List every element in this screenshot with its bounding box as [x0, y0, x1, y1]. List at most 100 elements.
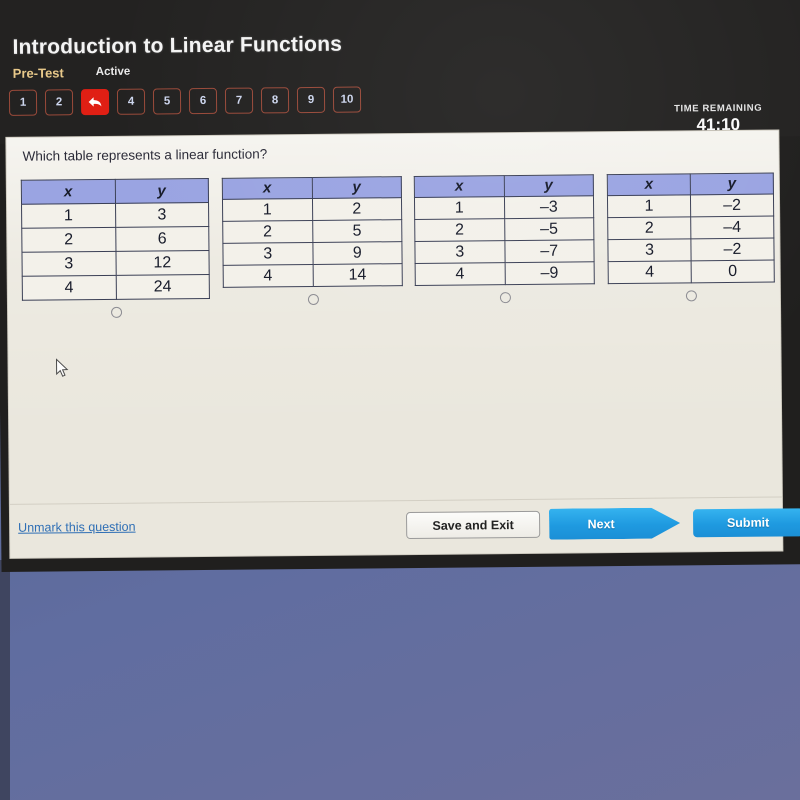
- table-cell: 1: [222, 198, 313, 222]
- footer-divider: [9, 496, 782, 505]
- question-nav-button-2[interactable]: 2: [44, 89, 74, 116]
- radio-row: [22, 306, 210, 319]
- table-row: 3 12: [21, 250, 210, 277]
- question-nav-label: 4: [127, 95, 135, 108]
- submit-button[interactable]: Submit: [692, 508, 800, 538]
- column-header-x: x: [222, 177, 312, 200]
- test-type-label: Pre-Test: [12, 65, 64, 81]
- table-row: 40: [608, 260, 775, 284]
- status-badge: Active: [95, 65, 131, 79]
- next-button[interactable]: Next: [549, 507, 680, 539]
- column-header-y: y: [503, 174, 594, 197]
- table-cell: 1: [607, 194, 691, 218]
- question-navigation: 1 2 4 5 6 7 8 9 10: [8, 86, 362, 116]
- table-cell: 4: [415, 262, 505, 286]
- table-cell: 2: [607, 216, 691, 240]
- answer-radio-1[interactable]: [110, 306, 122, 318]
- table-row: 2 –4: [607, 216, 774, 240]
- question-nav-button-7[interactable]: 7: [224, 87, 254, 114]
- table-cell: –4: [690, 216, 774, 239]
- table-cell: 9: [312, 241, 403, 265]
- save-and-exit-button[interactable]: Save and Exit: [405, 510, 541, 540]
- desktop-edge-shadow: [0, 560, 10, 800]
- question-prompt: Which table represents a linear function…: [22, 146, 268, 164]
- radio-row: [223, 293, 403, 306]
- time-remaining-label: TIME REMAINING: [674, 102, 763, 115]
- table-cell: 3: [607, 238, 692, 262]
- table-row: 4 24: [22, 274, 210, 301]
- question-nav-label: 8: [271, 94, 279, 107]
- answer-choice-2[interactable]: x y 1 2 2 5 3 9 4 14: [221, 176, 403, 306]
- question-nav-button-9[interactable]: 9: [296, 86, 326, 114]
- question-nav-label: 9: [307, 93, 315, 107]
- table-row: 13: [21, 202, 209, 229]
- table-row: 39: [222, 241, 403, 266]
- answer-radio-3[interactable]: [499, 292, 511, 304]
- table-row: 12: [222, 197, 402, 222]
- table-header-row: xy: [414, 174, 594, 198]
- table-cell: 2: [21, 227, 116, 253]
- answer-choice-3[interactable]: x y 1 –3 2 –5 3 –7 4 –9: [413, 174, 595, 304]
- table-cell: 4: [608, 260, 692, 284]
- back-arrow-icon: [88, 97, 102, 107]
- table-cell: –5: [504, 217, 594, 241]
- table-cell: 6: [115, 226, 209, 252]
- radio-row: [415, 291, 595, 304]
- xy-table: x y 1 –2 2 –4 3 –2 4 0: [606, 172, 775, 285]
- table-cell: –2: [690, 194, 774, 217]
- table-cell: 3: [21, 251, 116, 277]
- answer-choice-1[interactable]: x y 1 3 2 6 3 12 4 24: [20, 177, 210, 319]
- question-nav-label: 10: [340, 93, 354, 106]
- table-cell: 12: [115, 250, 210, 276]
- answer-radio-4[interactable]: [685, 290, 697, 302]
- table-cell: 3: [115, 202, 209, 228]
- table-header-row: xy: [21, 178, 209, 205]
- question-nav-button-5[interactable]: 5: [152, 88, 182, 115]
- question-nav-button-3[interactable]: [80, 88, 110, 116]
- question-nav-button-6[interactable]: 6: [188, 87, 218, 115]
- column-header-x: x: [414, 175, 504, 198]
- column-header-y: y: [311, 176, 402, 199]
- table-row: 3 –2: [607, 238, 775, 262]
- page-title: Introduction to Linear Functions: [12, 32, 343, 59]
- unmark-question-link[interactable]: Unmark this question: [18, 520, 136, 535]
- table-cell: 14: [312, 263, 403, 287]
- xy-table: x y 1 –3 2 –5 3 –7 4 –9: [413, 174, 595, 286]
- question-nav-label: 1: [19, 96, 27, 109]
- table-row: 25: [222, 219, 402, 244]
- answer-radio-2[interactable]: [307, 293, 319, 306]
- table-header-row: xy: [607, 173, 774, 196]
- next-button-label: Next: [587, 516, 615, 531]
- answer-choices: x y 1 3 2 6 3 12 4 24 x y 1 2 2 5 3 9 4 14 x y 1 –3 2 –5 3 –7 4 –9 x y 1…: [7, 172, 780, 329]
- table-cell: 4: [22, 275, 116, 301]
- table-cell: 2: [414, 218, 505, 242]
- question-nav-button-10[interactable]: 10: [332, 86, 362, 113]
- table-cell: 5: [312, 219, 402, 243]
- table-row: 4 14: [223, 263, 403, 288]
- column-header-y: y: [114, 178, 209, 204]
- table-cell: 24: [115, 274, 210, 300]
- table-cell: –3: [503, 195, 594, 219]
- table-header-row: xy: [222, 176, 402, 200]
- xy-table: x y 1 2 2 5 3 9 4 14: [221, 176, 403, 288]
- table-cell: 4: [223, 264, 313, 288]
- test-header-bar: Introduction to Linear Functions Pre-Tes…: [0, 0, 800, 144]
- question-nav-label: 7: [235, 94, 243, 107]
- question-nav-button-1[interactable]: 1: [8, 89, 38, 116]
- table-row: 1 –3: [414, 195, 594, 220]
- table-row: 4 –9: [415, 261, 595, 286]
- question-nav-button-8[interactable]: 8: [260, 87, 290, 114]
- table-cell: 2: [311, 197, 402, 221]
- question-nav-button-4[interactable]: 4: [116, 88, 146, 115]
- table-cell: –7: [504, 239, 595, 263]
- column-header-x: x: [607, 173, 691, 196]
- column-header-x: x: [21, 179, 116, 205]
- mouse-cursor-icon: [55, 358, 69, 377]
- table-row: 3 –7: [414, 239, 595, 264]
- question-panel: Which table represents a linear function…: [6, 130, 800, 558]
- table-cell: –9: [504, 261, 595, 285]
- radio-row: [608, 290, 775, 303]
- answer-choice-4[interactable]: x y 1 –2 2 –4 3 –2 4 0: [606, 172, 775, 303]
- browser-screen: Introduction to Linear Functions Pre-Tes…: [0, 0, 800, 572]
- table-cell: –2: [690, 238, 775, 261]
